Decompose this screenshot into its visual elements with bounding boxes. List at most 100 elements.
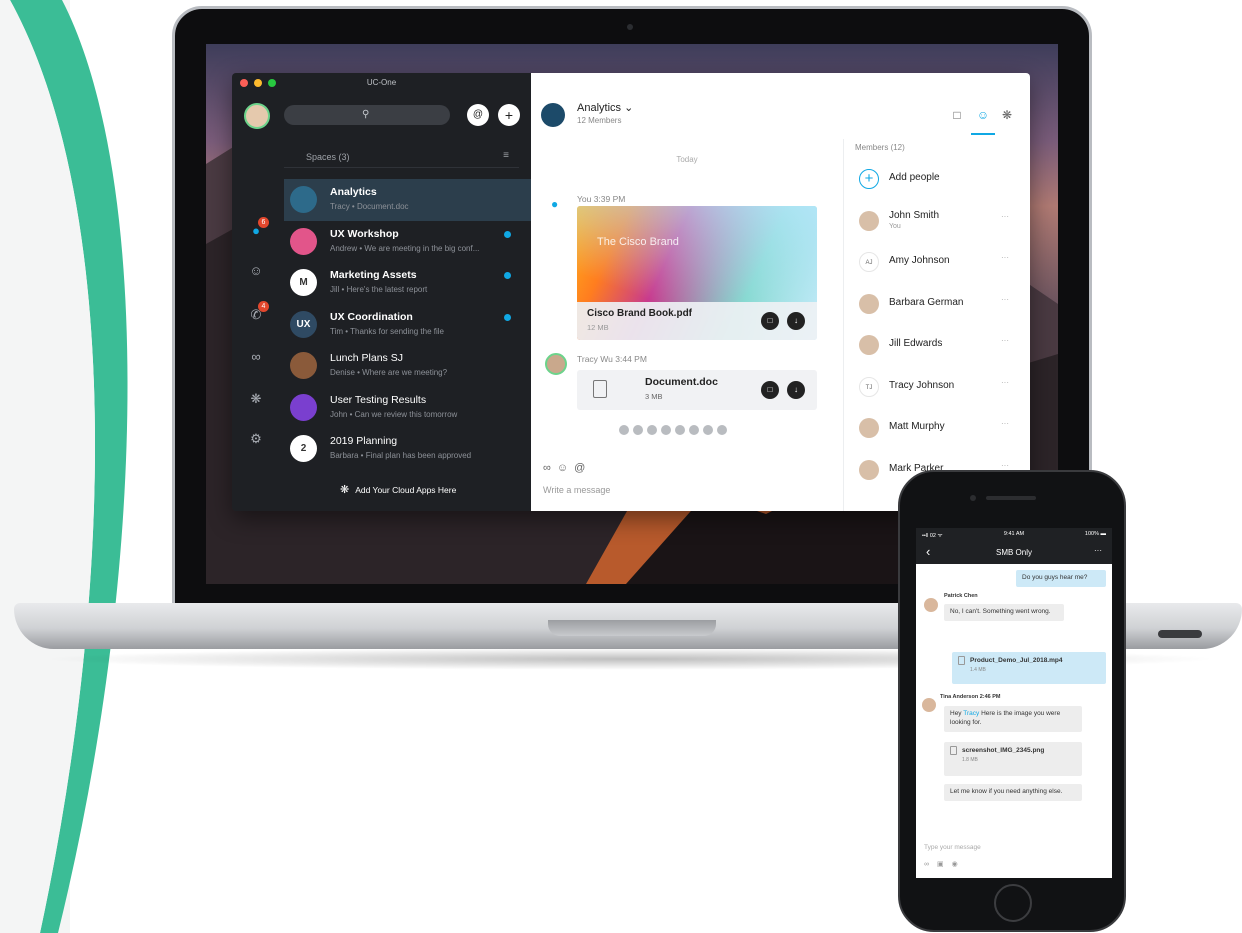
space-title: Analytics [330,186,377,198]
phone: ••ll 02 ᯤ 9:41 AM 100% ▬ ‹ SMB Only ··· … [898,470,1126,932]
file-icon [958,656,965,665]
home-button[interactable] [994,884,1032,922]
phone-screen: ••ll 02 ᯤ 9:41 AM 100% ▬ ‹ SMB Only ··· … [916,528,1112,878]
space-item[interactable]: UX UX Coordination Tim • Thanks for sendin… [284,304,531,346]
space-item[interactable]: UX Workshop Andrew • We are meeting in th… [284,221,531,263]
gear-icon: ⚙ [250,431,262,446]
space-item[interactable]: 2 2019 Planning Barbara • Final plan has b… [284,428,531,470]
member-name: Tracy Johnson [889,379,955,391]
self-avatar[interactable] [244,103,270,129]
self-message-icon: ● [551,197,559,211]
space-title: UX Workshop [330,227,399,240]
own-message: Do you guys hear me? [1016,570,1106,587]
tina-avatar [922,698,936,712]
messages-badge: 6 [258,217,269,228]
rail-calls[interactable]: ✆ 4 [246,301,269,325]
rail-links[interactable]: ∞ [246,347,266,367]
space-avatar [290,393,317,421]
read-receipt-avatar [675,425,685,435]
more-options-icon[interactable]: ··· [1001,378,1009,387]
member-avatar [859,459,879,480]
space-last-message: Denise • Where are we meeting? [330,368,448,377]
space-list: Analytics Tracy • Document.doc UX Workshop… [284,179,531,470]
add-cloud-apps-button[interactable]: ❋ Add Your Cloud Apps Here [340,483,456,496]
sender-name: Tina Anderson 2:46 PM [940,694,1001,700]
more-options-icon[interactable]: ··· [1001,461,1009,470]
space-last-message: Andrew • We are meeting in the big conf.… [330,243,480,253]
space-item[interactable]: Lunch Plans SJ Denise • Where are we meet… [284,345,531,387]
space-title: 2019 Planning [330,435,398,447]
rail-contacts[interactable]: ☺ [246,261,266,281]
space-avatar [290,352,317,379]
more-options-icon[interactable]: ··· [1001,419,1009,428]
member-item[interactable]: TJ Tracy Johnson ··· [853,369,1013,411]
laptop-notch [548,620,716,636]
rail-settings[interactable]: ⚙ [246,429,266,449]
file-message[interactable]: screenshot_IMG_2345.png 1.8 MB [944,742,1082,776]
tab-apps[interactable]: ❋ [999,107,1015,123]
menu-icon[interactable]: ≡ [503,150,509,161]
member-name: Matt Murphy [889,421,945,432]
clock: 9:41 AM [1003,531,1025,537]
camera-icon[interactable]: ◉ [952,861,966,868]
download-file-button[interactable]: ↓ [787,381,805,399]
emoji-icon[interactable]: ☺ [557,462,574,474]
open-file-button[interactable]: □ [761,312,779,330]
search-input[interactable]: ⚲ [284,105,450,125]
space-title-dropdown[interactable]: Analytics ⌄ [577,101,633,114]
member-item[interactable]: AJ Amy Johnson ··· [853,244,1013,286]
open-file-button[interactable]: □ [761,381,779,399]
pane-divider [843,139,844,511]
rail-messages[interactable]: ● 6 [246,217,269,241]
file-card[interactable]: Document.doc 3 MB □ ↓ [577,370,817,410]
battery: 100% ▬ [1084,531,1106,537]
message-input[interactable]: Write a message [543,485,610,495]
phone-message-input[interactable]: Type your message [924,844,981,851]
member-avatar [859,210,879,231]
phone-chat-title: SMB Only [995,548,1032,557]
read-receipt-avatar [661,425,671,435]
add-people-button[interactable]: + Add people [853,161,1013,203]
tab-files[interactable]: □ [949,107,965,123]
unread-indicator [504,313,511,321]
phone-nav-bar: ‹ SMB Only ··· [916,542,1112,564]
attach-icon[interactable]: ∞ [924,861,937,868]
add-space-button[interactable]: + [498,104,520,126]
presence-button[interactable]: @ [467,104,489,126]
tab-members[interactable]: ☺ [975,107,991,123]
member-item[interactable]: Jill Edwards ··· [853,327,1013,369]
file-size: 1.4 MB [970,666,986,673]
mention-link[interactable]: Tracy [963,710,979,717]
more-options-icon[interactable]: ··· [1001,253,1009,262]
member-item[interactable]: Matt Murphy ··· [853,410,1013,452]
space-last-message: Jill • Here's the latest report [330,285,428,294]
more-options-icon[interactable]: ··· [1001,336,1009,345]
attach-icon[interactable]: ∞ [543,462,557,474]
file-size: 12 MB [587,323,609,332]
space-title: Lunch Plans SJ [330,352,403,364]
mention-icon[interactable]: @ [574,462,591,474]
space-item[interactable]: User Testing Results John • Can we review… [284,387,531,429]
more-options-icon[interactable]: ··· [1001,295,1009,304]
member-item[interactable]: Barbara German ··· [853,286,1013,328]
space-avatar [290,227,317,255]
rail-apps[interactable]: ❋ [246,389,266,409]
spaces-label: Spaces (3) [306,152,350,162]
app-window: UC-One ⚲ @ + ● 6 ☺ ✆ 4 ∞ ❋ ⚙ Spaces (3) … [232,73,1030,511]
more-icon[interactable]: ··· [1094,546,1102,555]
space-last-message: Barbara • Final plan has been approved [330,451,472,460]
download-file-button[interactable]: ↓ [787,312,805,330]
space-item[interactable]: M Marketing Assets Jill • Here's the lates… [284,262,531,304]
own-file-message[interactable]: Product_Demo_Jul_2018.mp4 1.4 MB [952,652,1106,684]
space-item[interactable]: Analytics Tracy • Document.doc [284,179,531,221]
space-title: UX Coordination [330,310,413,323]
file-preview-card[interactable]: The Cisco Brand Cisco Brand Book.pdf 12 … [577,206,817,340]
more-options-icon[interactable]: ··· [1001,212,1009,221]
message-bubble: No, I can't. Something went wrong. [944,604,1064,621]
message-text: Hey [950,710,964,717]
file-size: 3 MB [645,392,663,401]
member-item[interactable]: John Smith You ··· [853,203,1013,245]
read-receipt-avatar [703,425,713,435]
image-icon[interactable]: ▣ [937,861,952,868]
space-avatar [541,103,565,127]
